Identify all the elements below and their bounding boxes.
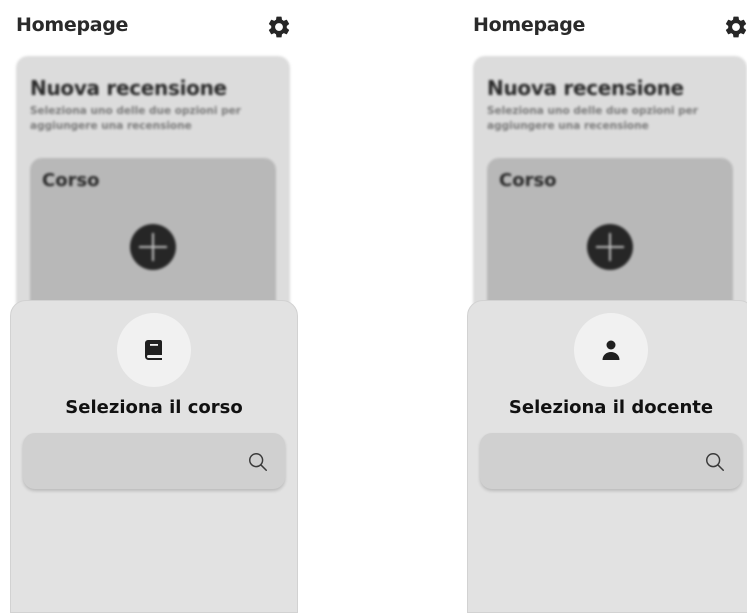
screen-select-course: Homepage Nuova recensione Seleziona uno … — [10, 0, 298, 613]
page-title: Homepage — [16, 14, 129, 36]
page-title: Homepage — [473, 14, 586, 36]
bottom-sheet: Seleziona il corso — [10, 300, 298, 613]
card-title: Nuova recensione — [30, 76, 227, 100]
search-input[interactable] — [23, 433, 285, 489]
sheet-icon-container — [574, 313, 648, 387]
search-input[interactable] — [480, 433, 742, 489]
sheet-icon-container — [117, 313, 191, 387]
card-subtitle: Seleziona uno delle due opzioni per aggi… — [30, 105, 241, 132]
search-icon[interactable] — [247, 451, 269, 473]
plus-circle-icon[interactable] — [587, 224, 633, 270]
course-option-label: Corso — [499, 170, 557, 191]
bottom-sheet: Seleziona il docente — [467, 300, 747, 613]
gear-icon[interactable] — [266, 14, 292, 40]
card-title: Nuova recensione — [487, 76, 684, 100]
search-icon[interactable] — [704, 451, 726, 473]
gear-icon[interactable] — [723, 14, 747, 40]
sheet-title: Seleziona il docente — [508, 397, 714, 418]
top-bar: Homepage — [16, 14, 292, 42]
plus-circle-icon[interactable] — [130, 224, 176, 270]
top-bar: Homepage — [473, 14, 747, 42]
course-option-label: Corso — [42, 170, 100, 191]
card-subtitle: Seleziona uno delle due opzioni per aggi… — [487, 105, 698, 132]
person-icon — [602, 340, 620, 360]
screen-select-teacher: Homepage Nuova recensione Seleziona uno … — [467, 0, 747, 613]
book-icon — [145, 340, 162, 360]
sheet-title: Seleziona il corso — [65, 397, 243, 418]
